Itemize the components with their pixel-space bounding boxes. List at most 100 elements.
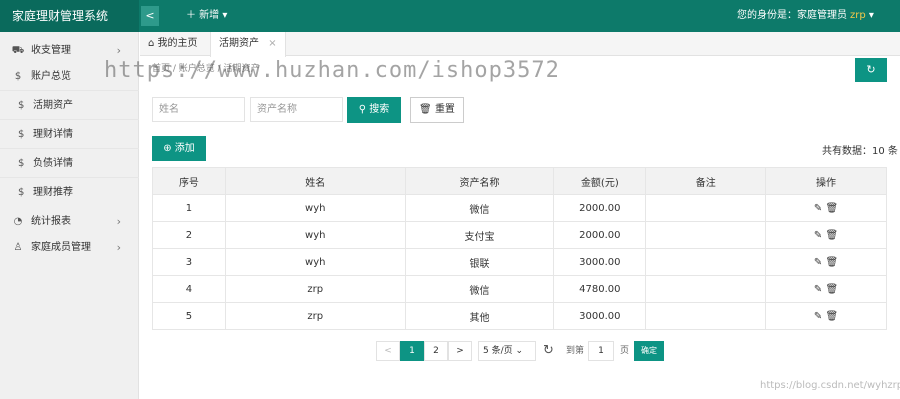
cart-icon: ⛟ [11,45,25,56]
refresh-button[interactable]: ↻ [855,58,887,82]
tab-label: 活期资产 [219,38,259,49]
edit-icon[interactable]: ✎ [814,230,822,241]
goto-label: 到第 [566,346,585,356]
sidebar-subitem-liability-details[interactable]: $ 负债详情 [0,148,139,177]
sidebar-item-label: 收支管理 [31,45,71,56]
page-button-2[interactable]: 2 [424,341,448,361]
chevron-right-icon: › [116,241,121,254]
app-title: 家庭理财管理系统 [0,0,139,32]
chevron-right-icon: › [116,215,121,228]
cell-remark [645,248,767,276]
cell-index: 2 [152,221,226,249]
search-icon: ⚲ [358,104,367,115]
sidebar-item-label: 活期资产 [33,100,73,111]
tab-current-assets[interactable]: 活期资产 × [210,32,286,57]
cell-remark [645,302,767,330]
column-header: 操作 [765,167,887,195]
close-icon[interactable]: × [268,38,276,49]
sidebar-item-label: 账户总览 [31,71,71,82]
new-label: ＋ 新增 [186,10,220,21]
page-size-value: 5 条/页 [483,346,513,356]
dollar-icon: $ [18,158,25,169]
cell-actions: ✎ 🗑 [765,302,887,330]
delete-icon[interactable]: 🗑 [825,311,838,322]
table-row: 1 wyh 微信 2000.00 ✎ 🗑 [152,194,887,222]
sidebar-subitem-current-assets[interactable]: $ 活期资产 [0,90,139,119]
cell-remark [645,194,767,222]
sidebar-item-label: 统计报表 [31,216,71,227]
chevron-down-icon: ⌄ [515,346,524,356]
total-count: 共有数据：10 条 [822,146,898,157]
dollar-icon: $ [18,187,25,198]
sidebar-item-reports[interactable]: ◔ 统计报表 › [0,209,139,235]
collapse-sidebar-button[interactable]: < [141,6,159,26]
page-size-select[interactable]: 5 条/页 ⌄ [478,341,536,361]
user-menu[interactable]: zrp ▾ [850,0,874,32]
cell-actions: ✎ 🗑 [765,248,887,276]
confirm-button[interactable]: 确定 [634,341,664,361]
chart-icon: ◔ [13,216,23,227]
cell-index: 4 [152,275,226,303]
edit-icon[interactable]: ✎ [814,257,822,268]
search-label: 搜索 [369,104,390,115]
home-icon: ⌂ [148,38,155,49]
prev-page-button[interactable]: < [376,341,400,361]
edit-icon[interactable]: ✎ [814,311,822,322]
cell-index: 3 [152,248,226,276]
tab-bar: ⌂ 我的主页 活期资产 × [140,32,900,57]
column-header: 金额(元) [553,167,647,195]
user-icon: ♙ [13,242,23,253]
reset-button[interactable]: 🗑 重置 [410,97,464,123]
delete-icon[interactable]: 🗑 [825,230,838,241]
dollar-icon: $ [14,71,22,82]
cell-asset: 其他 [404,302,555,330]
cell-amount: 3000.00 [553,248,647,276]
cell-asset: 微信 [404,194,555,222]
assets-table: 序号 姓名 资产名称 金额(元) 备注 操作 1 wyh 微信 2000.00 … [152,167,887,330]
sidebar-subitem-financial-details[interactable]: $ 理财详情 [0,119,139,148]
delete-icon[interactable]: 🗑 [825,203,838,214]
goto-page-input[interactable]: 1 [588,341,614,361]
cell-asset: 支付宝 [404,221,555,249]
cell-actions: ✎ 🗑 [765,221,887,249]
next-page-button[interactable]: > [448,341,472,361]
delete-icon[interactable]: 🗑 [825,284,838,295]
edit-icon[interactable]: ✎ [814,284,822,295]
page-button-1[interactable]: 1 [400,341,424,361]
sidebar-item-account-overview[interactable]: $ 账户总览 [0,64,139,90]
sidebar-item-label: 理财详情 [33,129,73,140]
search-button[interactable]: ⚲ 搜索 [347,97,401,123]
cell-amount: 4780.00 [553,275,647,303]
name-search-input[interactable]: 姓名 [152,97,245,122]
dollar-icon: $ [18,129,25,140]
table-row: 2 wyh 支付宝 2000.00 ✎ 🗑 [152,221,887,249]
add-button[interactable]: ⊕ 添加 [152,136,206,161]
identity-label: 您的身份是：家庭管理员 [737,10,847,21]
asset-search-input[interactable]: 资产名称 [250,97,343,122]
reset-label: 重置 [434,104,455,115]
caret-down-icon: ▾ [222,10,228,21]
table-row: 3 wyh 银联 3000.00 ✎ 🗑 [152,248,887,276]
cell-asset: 微信 [404,275,555,303]
add-label: 添加 [174,143,195,154]
column-header: 备注 [645,167,767,195]
new-button[interactable]: ＋ 新增 ▾ [186,0,227,32]
cell-actions: ✎ 🗑 [765,275,887,303]
edit-icon[interactable]: ✎ [814,203,822,214]
cell-remark [645,275,767,303]
sidebar-item-label: 家庭成员管理 [31,242,91,253]
sidebar-item-label: 理财推荐 [33,187,73,198]
tab-home[interactable]: ⌂ 我的主页 [140,32,206,56]
delete-icon[interactable]: 🗑 [825,257,838,268]
cell-amount: 3000.00 [553,302,647,330]
sidebar-item-income-expense[interactable]: ⛟ 收支管理 › [0,38,139,64]
cell-amount: 2000.00 [553,194,647,222]
refresh-icon[interactable]: ↻ [543,341,554,361]
cell-index: 5 [152,302,226,330]
caret-down-icon: ▾ [868,10,874,21]
cell-name: wyh [224,221,406,249]
sidebar-subitem-recommendations[interactable]: $ 理财推荐 [0,177,139,206]
sidebar-item-family-members[interactable]: ♙ 家庭成员管理 › [0,235,139,261]
credit-watermark: https://blog.csdn.net/wyhzrp [760,380,900,391]
cell-amount: 2000.00 [553,221,647,249]
